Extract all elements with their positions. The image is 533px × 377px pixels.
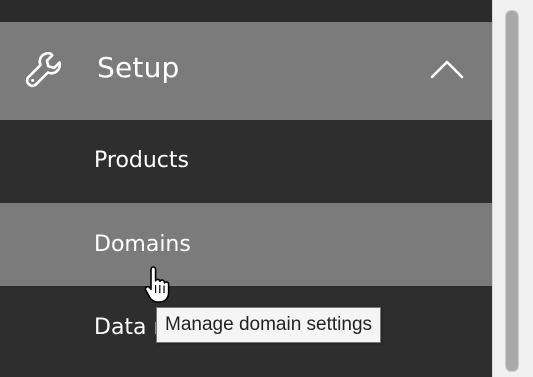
wrench-icon [25, 51, 62, 88]
chevron-up-icon[interactable] [428, 55, 466, 83]
screenshot-frame: Setup Products Domains Data r Manage dom… [0, 0, 533, 377]
vertical-scrollbar[interactable] [492, 0, 533, 377]
nav-item-label: Data r [94, 315, 163, 340]
nav-top-strip [0, 0, 492, 22]
hand-pointer-cursor-icon [144, 266, 170, 303]
tooltip: Manage domain settings [156, 307, 382, 343]
nav-item-domains[interactable]: Domains [0, 203, 492, 286]
nav-section-setup[interactable]: Setup [0, 22, 492, 120]
scrollbar-thumb[interactable] [505, 10, 519, 372]
nav-item-products[interactable]: Products [0, 120, 492, 203]
tooltip-text: Manage domain settings [165, 314, 373, 335]
nav-item-label: Products [94, 148, 189, 173]
nav-item-label: Domains [94, 232, 191, 257]
nav-section-label: Setup [97, 51, 180, 84]
